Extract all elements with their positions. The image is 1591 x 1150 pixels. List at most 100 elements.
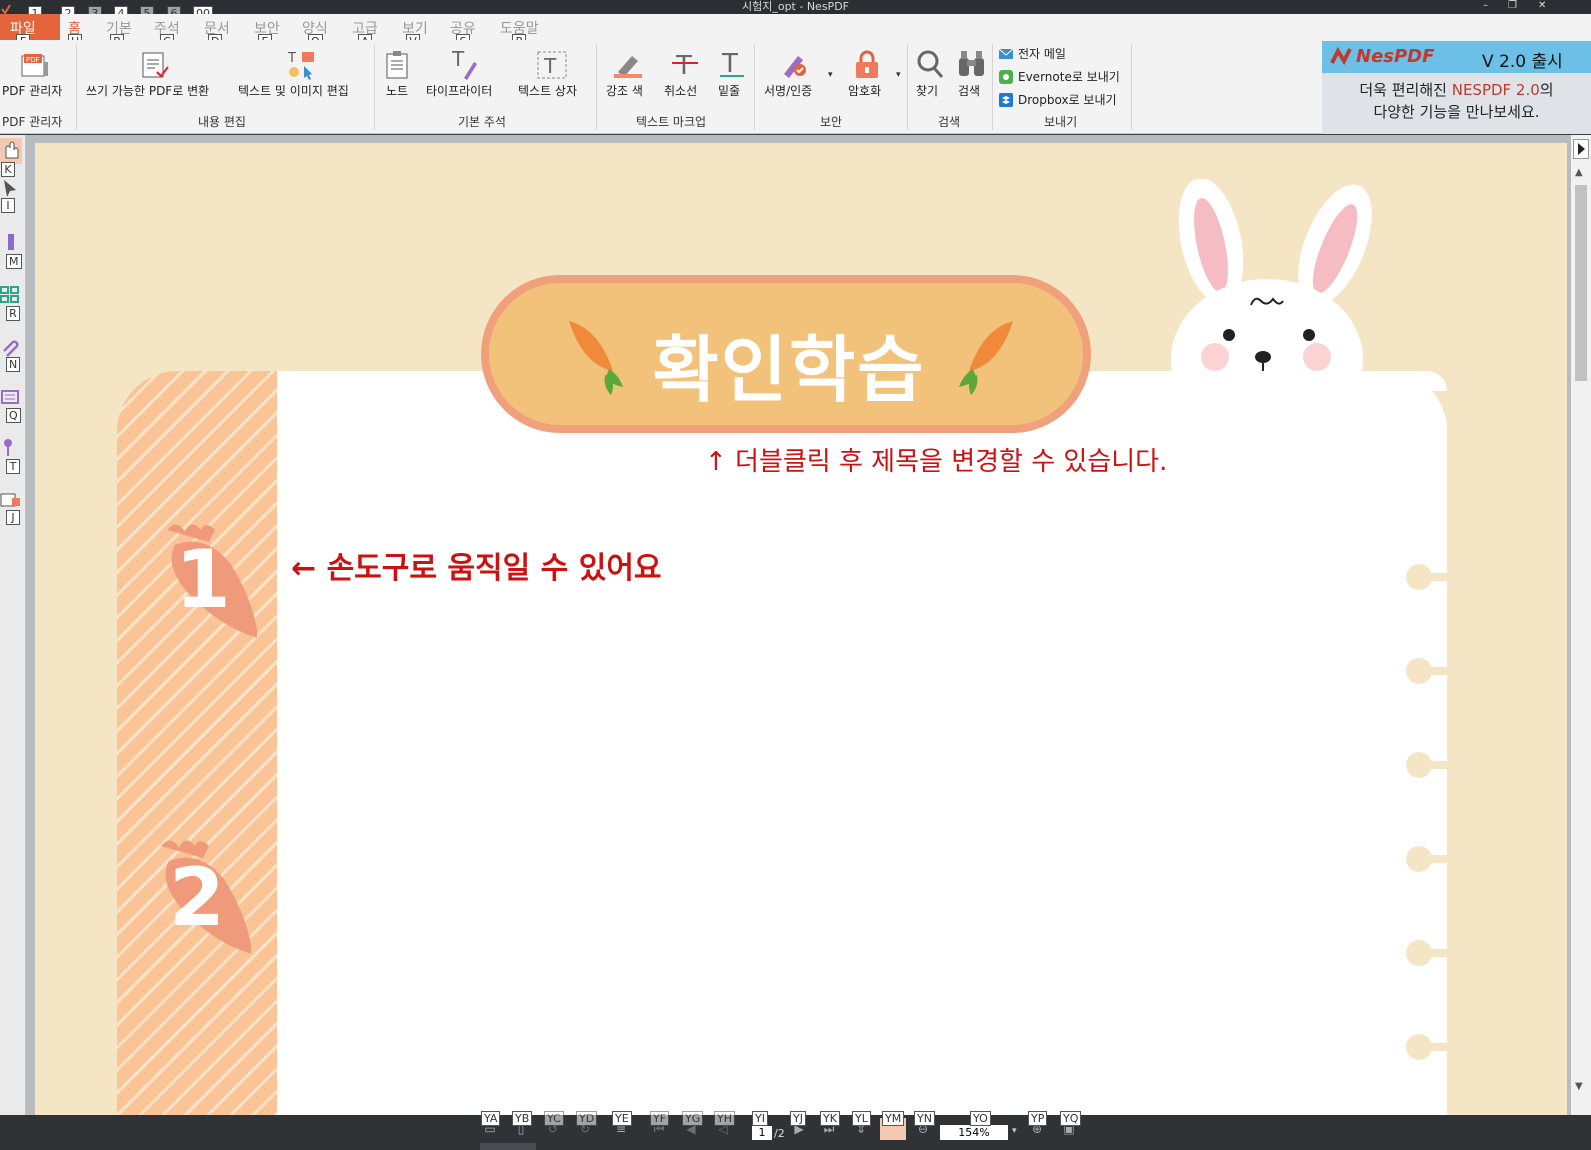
window-title: 시험지_opt - NesPDF bbox=[741, 0, 849, 13]
lock-icon bbox=[852, 50, 882, 84]
search-button[interactable]: 검색 bbox=[958, 82, 980, 99]
textbox-button[interactable]: 텍스트 상자 bbox=[518, 82, 577, 99]
find-button[interactable]: 찾기 bbox=[916, 82, 938, 99]
status-keytip-yi: YI bbox=[752, 1111, 768, 1126]
status-keytip-yp: YP bbox=[1028, 1111, 1048, 1126]
panel-expand-button[interactable] bbox=[1573, 139, 1589, 159]
zoom-input[interactable]: 154% bbox=[940, 1125, 1008, 1140]
dropbox-button[interactable]: Dropbox로 보내기 bbox=[1018, 91, 1117, 108]
ribbon-separator bbox=[992, 44, 993, 130]
promo-banner[interactable]: NesPDF V 2.0 출시 더욱 편리해진 NESPDF 2.0의 다양한 … bbox=[1322, 41, 1591, 134]
menu-bar bbox=[0, 14, 1591, 40]
promo-line2: 다양한 기능을 만나보세요. bbox=[1373, 103, 1540, 121]
textbox-icon: T bbox=[536, 48, 568, 84]
carrot-right-icon bbox=[949, 317, 1019, 401]
sign-icon bbox=[778, 50, 810, 84]
email-button[interactable]: 전자 메일 bbox=[1018, 45, 1066, 62]
typewriter-icon: T bbox=[448, 47, 478, 84]
status-keytip-ye: YE bbox=[612, 1111, 632, 1126]
note-icon bbox=[384, 50, 410, 84]
svg-text:T: T bbox=[451, 48, 465, 71]
striped-sidebar bbox=[117, 371, 277, 1115]
pdf-manager-button[interactable]: PDF 관리자 bbox=[2, 82, 62, 99]
svg-text:PDF: PDF bbox=[26, 56, 40, 64]
layers-keytip: J bbox=[6, 510, 20, 525]
pdf-page: 1 2 확인학습 ↑ 더블클릭 후 제목을 변경할 수 있습니다. ← 손도구로… bbox=[35, 143, 1567, 1115]
edit-text-image-icon: T bbox=[286, 50, 320, 84]
app-logo-icon bbox=[0, 0, 12, 15]
email-icon bbox=[998, 46, 1014, 65]
group-basic-annotation: 기본 주석 bbox=[458, 115, 506, 129]
minimize-button[interactable]: – bbox=[1483, 0, 1488, 12]
status-keytip-yg: YG bbox=[682, 1111, 704, 1126]
taskbar-highlight bbox=[480, 1143, 536, 1150]
card-top-edge bbox=[1091, 371, 1447, 391]
page-total: /2 bbox=[774, 1127, 785, 1140]
evernote-icon bbox=[998, 69, 1014, 89]
menu-file[interactable]: 파일 bbox=[0, 14, 60, 40]
status-keytip-yo: YO bbox=[970, 1111, 991, 1126]
group-search: 검색 bbox=[938, 115, 961, 129]
ribbon-separator bbox=[374, 44, 375, 130]
hand-tool-hint[interactable]: ← 손도구로 움직일 수 있어요 bbox=[291, 543, 662, 587]
bookmark-keytip: M bbox=[6, 254, 22, 269]
title-bar: 시험지_opt - NesPDF – ❐ ✕ bbox=[0, 0, 1591, 14]
status-keytip-yq: YQ bbox=[1060, 1111, 1082, 1126]
strikeout-button[interactable]: 취소선 bbox=[664, 82, 697, 99]
close-button[interactable]: ✕ bbox=[1538, 0, 1546, 12]
group-pdf-manager: PDF 관리자 bbox=[2, 115, 63, 129]
dropbox-icon bbox=[998, 92, 1014, 112]
signature-keytip: T bbox=[6, 459, 20, 474]
sign-button[interactable]: 서명/인증 bbox=[764, 82, 812, 99]
convert-writable-button[interactable]: 쓰기 가능한 PDF로 변환 bbox=[86, 82, 209, 99]
hand-tool-icon[interactable] bbox=[0, 138, 22, 164]
underline-button[interactable]: 밑줄 bbox=[718, 82, 740, 99]
question-number-1: 1 bbox=[175, 533, 231, 626]
binder-rings bbox=[1405, 563, 1455, 1067]
status-keytip-yj: YJ bbox=[790, 1111, 806, 1126]
group-send: 보내기 bbox=[1044, 115, 1078, 129]
status-keytip-ya: YA bbox=[481, 1111, 501, 1126]
vertical-scrollbar[interactable]: ▲ ▼ bbox=[1571, 135, 1591, 1115]
svg-text:T: T bbox=[543, 54, 557, 78]
thumbnails-panel-icon[interactable] bbox=[0, 286, 20, 308]
status-keytip-yf: YF bbox=[650, 1111, 670, 1126]
hand-tool-keytip: K bbox=[1, 162, 15, 177]
page-number-input[interactable]: 1 bbox=[752, 1126, 772, 1140]
scroll-up-icon[interactable]: ▲ bbox=[1575, 167, 1583, 178]
promo-line1-highlight: NESPDF 2.0 bbox=[1451, 81, 1540, 99]
scroll-thumb[interactable] bbox=[1575, 185, 1587, 381]
promo-brand: NesPDF bbox=[1356, 46, 1435, 67]
maximize-button[interactable]: ❐ bbox=[1508, 0, 1517, 12]
attachment-keytip: N bbox=[6, 357, 21, 372]
underline-icon: T bbox=[718, 48, 748, 84]
svg-text:T: T bbox=[721, 49, 738, 79]
note-button[interactable]: 노트 bbox=[386, 82, 408, 99]
rabbit-illustration-icon bbox=[1163, 178, 1393, 439]
promo-line1: 더욱 편리해진 NESPDF 2.0의 bbox=[1328, 79, 1585, 100]
ribbon-separator bbox=[76, 44, 77, 130]
group-security: 보안 bbox=[820, 115, 843, 129]
edit-text-image-button[interactable]: 텍스트 및 이미지 편집 bbox=[238, 82, 349, 99]
highlight-button[interactable]: 강조 색 bbox=[606, 82, 643, 99]
scroll-down-icon[interactable]: ▼ bbox=[1575, 1081, 1583, 1092]
zoom-dropdown-icon[interactable]: ▾ bbox=[1012, 1126, 1017, 1136]
sign-dropdown-icon[interactable]: ▾ bbox=[828, 70, 833, 80]
status-keytip-yk: YK bbox=[820, 1111, 840, 1126]
strikeout-icon: T bbox=[670, 48, 700, 84]
svg-text:T: T bbox=[675, 51, 692, 80]
status-keytip-yn: YN bbox=[914, 1111, 935, 1126]
encrypt-dropdown-icon[interactable]: ▾ bbox=[896, 70, 901, 80]
nespdf-logo-icon bbox=[1330, 47, 1352, 66]
encrypt-button[interactable]: 암호화 bbox=[848, 82, 881, 99]
comments-keytip: Q bbox=[6, 408, 21, 423]
worksheet-title[interactable]: 확인학습 bbox=[629, 311, 949, 416]
select-tool-keytip: I bbox=[1, 198, 15, 213]
promo-line1-pre: 더욱 편리해진 bbox=[1359, 81, 1452, 99]
left-toolbar bbox=[0, 135, 26, 1115]
typewriter-button[interactable]: 타이프라이터 bbox=[426, 82, 492, 99]
status-keytip-yc: YC bbox=[544, 1111, 564, 1126]
highlight-icon bbox=[612, 50, 644, 84]
evernote-button[interactable]: Evernote로 보내기 bbox=[1018, 68, 1120, 85]
group-text-markup: 텍스트 마크업 bbox=[636, 115, 707, 129]
